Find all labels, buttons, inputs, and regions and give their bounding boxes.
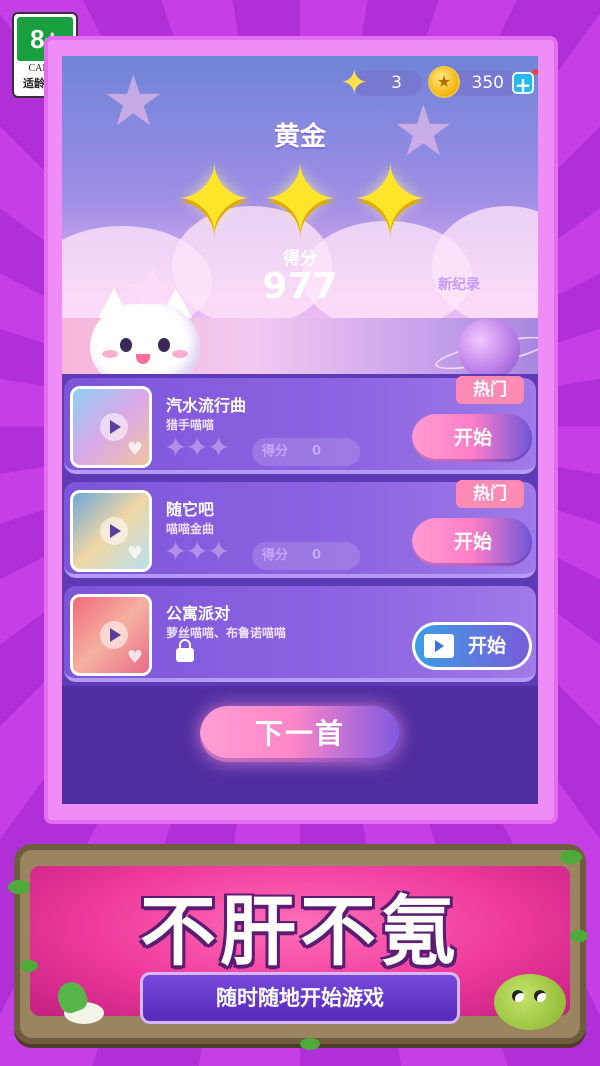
result-star-icon: ✦ bbox=[350, 144, 431, 256]
song-score: 得分 0 bbox=[252, 542, 360, 570]
coin-icon: ★ bbox=[430, 68, 458, 96]
hot-badge: 热门 bbox=[456, 480, 524, 508]
lock-icon bbox=[176, 639, 194, 662]
heart-icon[interactable]: ♥ bbox=[127, 649, 143, 667]
song-list: ♥ 汽水流行曲 猎手喵喵 ✦✦✦ 得分 0 热门 开始 ♥ 随它吧 喵喵金曲 ✦… bbox=[62, 374, 538, 686]
play-icon[interactable] bbox=[100, 413, 128, 441]
song-cover[interactable]: ♥ bbox=[70, 490, 152, 572]
vine-leaf bbox=[300, 1038, 320, 1050]
bug-mascot-icon bbox=[494, 974, 566, 1030]
play-icon[interactable] bbox=[100, 517, 128, 545]
start-button[interactable]: 开始 bbox=[412, 414, 532, 462]
song-card: ♥ 随它吧 喵喵金曲 ✦✦✦ 得分 0 热门 开始 bbox=[64, 480, 536, 578]
video-icon bbox=[424, 634, 454, 658]
start-button-label: 开始 bbox=[454, 427, 493, 449]
cat-eye bbox=[120, 338, 132, 352]
hot-badge: 热门 bbox=[456, 376, 524, 404]
song-title: 公寓派对 bbox=[166, 604, 231, 623]
planet-icon bbox=[458, 318, 520, 380]
song-score-value: 0 bbox=[312, 444, 322, 459]
result-star-icon: ✦ bbox=[260, 144, 341, 256]
song-cover[interactable]: ♥ bbox=[70, 594, 152, 676]
song-card: ♥ 公寓派对 萝丝喵喵、布鲁诺喵喵 开始 bbox=[64, 586, 536, 682]
coin-count: 350 bbox=[471, 73, 504, 93]
cat-blush bbox=[102, 350, 118, 358]
song-stars-icon: ✦✦✦ bbox=[164, 431, 230, 464]
next-song-button[interactable]: 下一首 bbox=[200, 706, 400, 762]
cat-body bbox=[90, 304, 200, 384]
start-button-label: 开始 bbox=[468, 635, 507, 657]
song-score-label: 得分 bbox=[262, 548, 289, 563]
cat-eye bbox=[158, 338, 170, 352]
song-score: 得分 0 bbox=[252, 438, 360, 466]
start-button-label: 开始 bbox=[454, 531, 493, 553]
song-title: 汽水流行曲 bbox=[166, 396, 247, 415]
song-card: ♥ 汽水流行曲 猎手喵喵 ✦✦✦ 得分 0 热门 开始 bbox=[64, 376, 536, 474]
song-stars-icon: ✦✦✦ bbox=[164, 535, 230, 568]
game-screen: ★ ★ ★ ✦ 3 ★ 350 + 黄金 ✦ ✦ ✦ 得分 977 新纪录 bbox=[62, 56, 538, 804]
promo-subtitle: 随时随地开始游戏 bbox=[140, 972, 460, 1024]
vine-leaf bbox=[560, 850, 582, 864]
result-star-icon: ✦ bbox=[174, 144, 255, 256]
notification-dot bbox=[532, 69, 538, 75]
promo-slogan: 不肝不氪 bbox=[140, 887, 460, 976]
start-button[interactable]: 开始 bbox=[412, 518, 532, 566]
song-title: 随它吧 bbox=[166, 500, 215, 519]
add-coins-button[interactable]: + bbox=[512, 72, 534, 96]
leek-icon bbox=[53, 978, 114, 1030]
heart-icon[interactable]: ♥ bbox=[127, 545, 143, 563]
song-score-value: 0 bbox=[312, 548, 322, 563]
song-cover[interactable]: ♥ bbox=[70, 386, 152, 468]
song-score-label: 得分 bbox=[262, 444, 289, 459]
play-icon[interactable] bbox=[100, 621, 128, 649]
watch-ad-start-button[interactable]: 开始 bbox=[412, 622, 532, 670]
new-record-label: 新纪录 bbox=[438, 277, 480, 293]
cat-mascot bbox=[90, 288, 200, 384]
heart-icon[interactable]: ♥ bbox=[127, 441, 143, 459]
cat-blush bbox=[172, 350, 188, 358]
star-count: 3 bbox=[391, 73, 402, 93]
